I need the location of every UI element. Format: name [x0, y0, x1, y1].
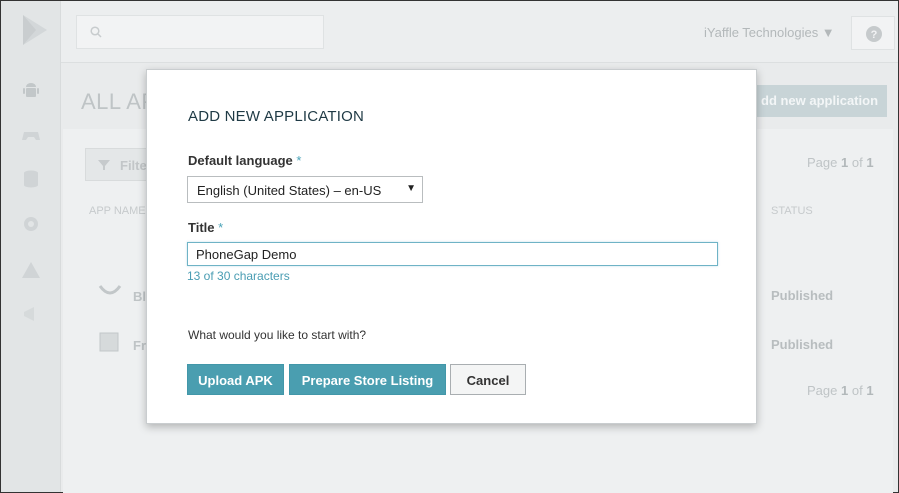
- help-button[interactable]: ?: [851, 16, 895, 50]
- gamepad-icon[interactable]: [21, 125, 41, 145]
- pager-total: 1: [866, 155, 874, 170]
- gear-icon[interactable]: [21, 214, 41, 234]
- add-application-dialog: ADD NEW APPLICATION Default language * E…: [146, 69, 757, 424]
- start-question: What would you like to start with?: [188, 328, 367, 342]
- pager-current: 1: [841, 155, 849, 170]
- upload-apk-button[interactable]: Upload APK: [187, 364, 284, 395]
- nav-rail: [1, 1, 61, 492]
- database-icon[interactable]: [21, 169, 41, 189]
- app-row-name[interactable]: Bl: [133, 289, 146, 304]
- dropdown-arrow-icon: ▼: [406, 183, 416, 194]
- title-input[interactable]: [187, 242, 718, 266]
- filter-label: Filte: [120, 158, 147, 173]
- default-language-select[interactable]: English (United States) – en-US ▼: [187, 176, 423, 203]
- title-label: Title *: [188, 220, 223, 235]
- title-label-text: Title: [188, 220, 215, 235]
- svg-text:?: ?: [871, 29, 878, 41]
- required-marker: *: [218, 220, 224, 235]
- search-input[interactable]: [76, 15, 324, 49]
- pager-sep: of: [851, 383, 863, 398]
- language-label-text: Default language: [188, 153, 293, 168]
- required-marker: *: [296, 153, 302, 168]
- android-icon[interactable]: [21, 81, 41, 101]
- app-row-status: Published: [771, 337, 834, 352]
- app-row-name[interactable]: Fr: [133, 338, 146, 353]
- app-row-status: Published: [771, 288, 834, 303]
- pager-top: Page 1 of 1: [807, 155, 874, 170]
- character-counter: 13 of 30 characters: [187, 269, 290, 283]
- help-icon: ?: [866, 26, 882, 42]
- warning-icon[interactable]: [21, 260, 41, 280]
- account-menu[interactable]: iYaffle Technologies ▼: [704, 25, 835, 40]
- pager-sep: of: [851, 155, 863, 170]
- pager-total: 1: [866, 383, 874, 398]
- pager-prefix: Page: [807, 383, 838, 398]
- column-header-app-name[interactable]: APP NAME: [89, 205, 146, 217]
- pager-prefix: Page: [807, 155, 838, 170]
- cancel-button[interactable]: Cancel: [450, 364, 526, 395]
- language-selected-value: English (United States) – en-US: [197, 183, 382, 198]
- column-header-status[interactable]: STATUS: [771, 205, 813, 217]
- app-icon: [99, 332, 119, 352]
- dialog-title: ADD NEW APPLICATION: [188, 108, 365, 125]
- prepare-store-listing-button[interactable]: Prepare Store Listing: [289, 364, 446, 395]
- app-icon: [98, 285, 122, 295]
- pager-bottom: Page 1 of 1: [807, 383, 874, 398]
- default-language-label: Default language *: [188, 153, 301, 168]
- play-logo-icon[interactable]: [19, 13, 49, 47]
- filter-button[interactable]: Filte: [85, 148, 155, 181]
- pager-current: 1: [841, 383, 849, 398]
- megaphone-icon[interactable]: [21, 304, 41, 324]
- filter-icon: [98, 160, 110, 170]
- search-icon: [90, 26, 102, 38]
- top-bar: iYaffle Technologies ▼ ?: [61, 1, 898, 63]
